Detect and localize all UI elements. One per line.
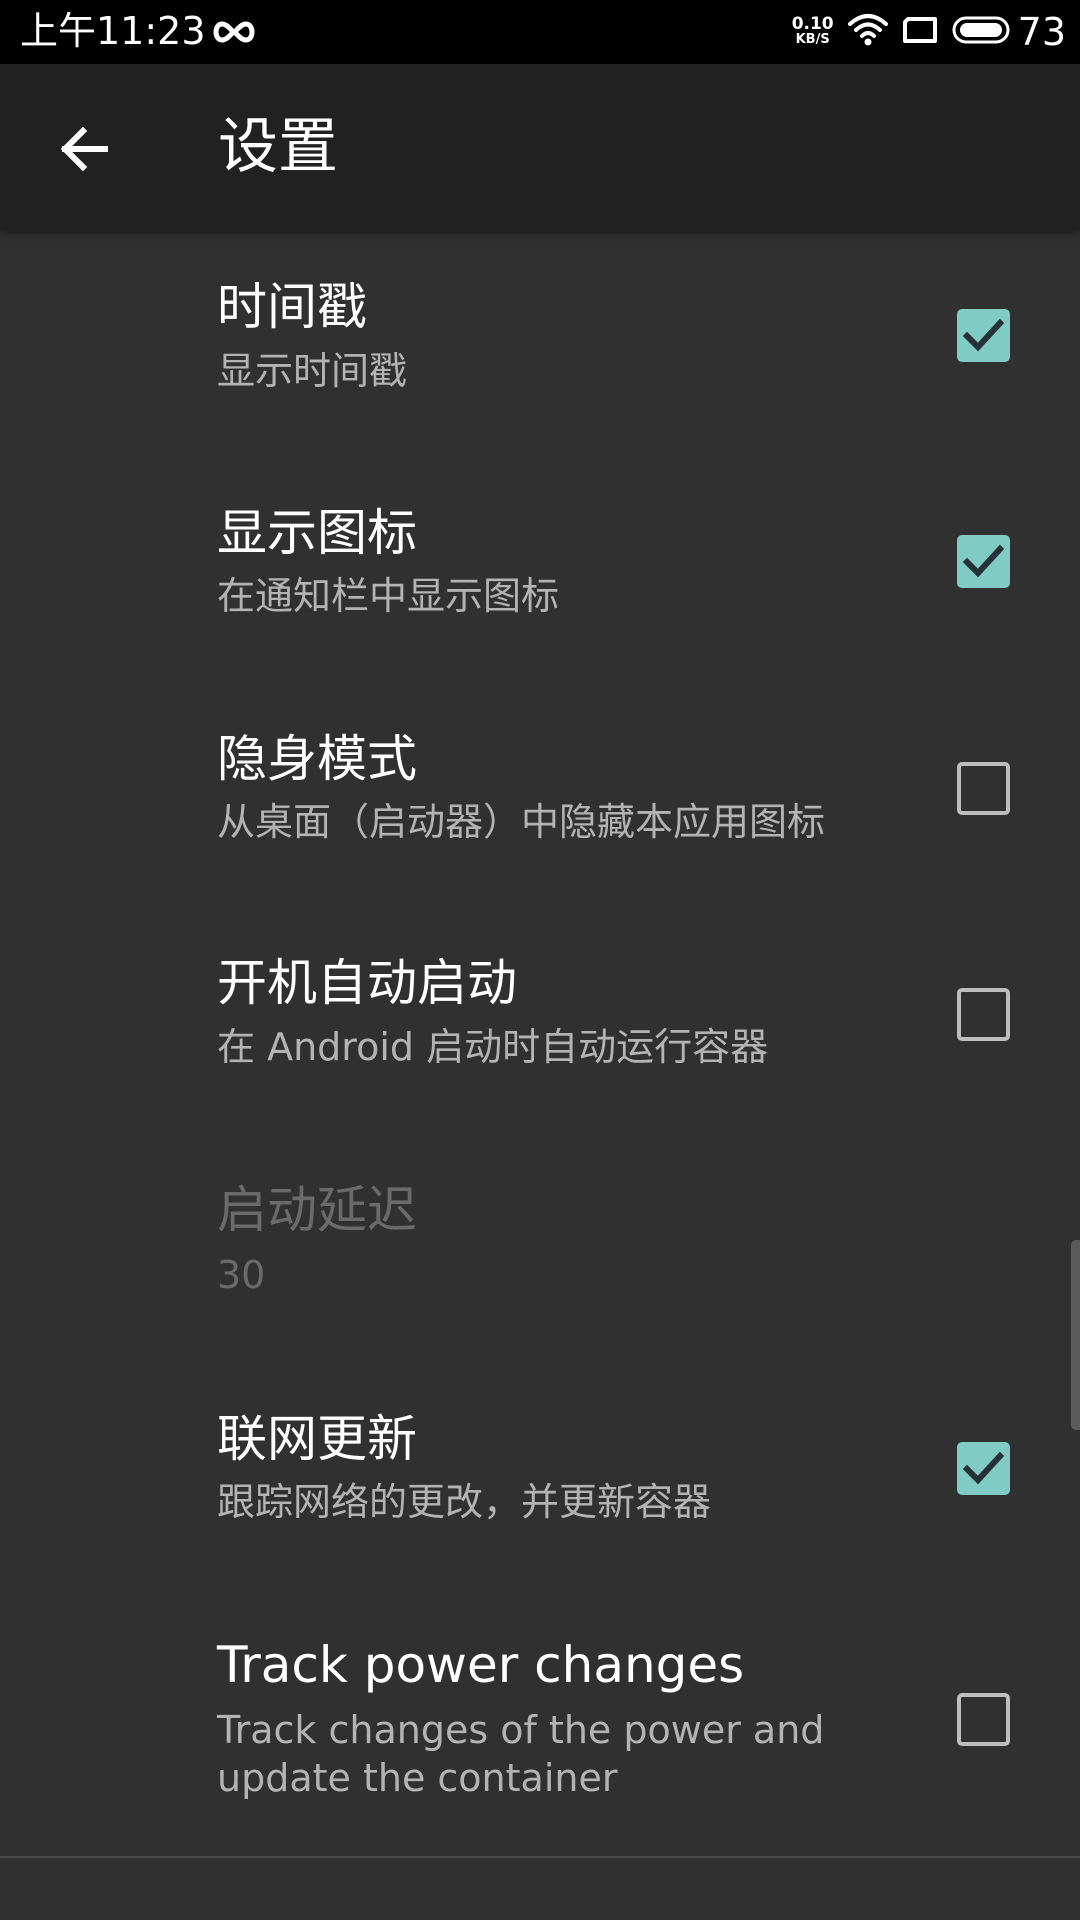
app-bar: 设置 (0, 64, 1080, 230)
arrow-left-icon (60, 126, 108, 172)
scrollbar[interactable] (1071, 1240, 1080, 1430)
setting-title: 显示图标 (217, 504, 417, 562)
timestamp-checkbox[interactable] (957, 309, 1010, 362)
setting-summary-line-2: update the container (217, 1756, 618, 1800)
battery-level: 73 (1017, 10, 1066, 54)
network-speed: 0.10 KB/S (792, 16, 834, 48)
check-icon (962, 318, 1005, 352)
tablet-icon (902, 16, 938, 48)
setting-summary: 30 (217, 1253, 266, 1297)
network-speed-value: 0.10 (791, 14, 834, 34)
setting-summary-line-1: Track changes of the power and (217, 1708, 825, 1752)
page-title: 设置 (218, 112, 338, 182)
battery-icon (952, 15, 1012, 49)
back-button[interactable] (48, 114, 118, 184)
setting-title: Track power changes (217, 1636, 745, 1694)
setting-summary: 在通知栏中显示图标 (217, 574, 560, 618)
check-icon (962, 1451, 1005, 1485)
setting-summary: 跟踪网络的更改，并更新容器 (217, 1480, 712, 1524)
check-icon (962, 544, 1005, 578)
setting-summary: 在 Android 启动时自动运行容器 (217, 1025, 769, 1069)
bottom-divider (0, 1856, 1080, 1858)
setting-summary: 显示时间戳 (217, 349, 408, 393)
stealth-mode-checkbox[interactable] (957, 762, 1010, 815)
infinity-link-icon (210, 14, 258, 50)
setting-item-startup-delay[interactable]: 启动延迟 30 (0, 1132, 1080, 1360)
status-right-group: 0.10 KB/S 73 (792, 8, 1066, 56)
track-power-checkbox[interactable] (957, 1693, 1010, 1746)
status-bar: 上午11:23 0.10 KB/S 73 (0, 0, 1080, 64)
setting-item-stealth-mode[interactable]: 隐身模式 从桌面（启动器）中隐藏本应用图标 (0, 680, 1080, 907)
setting-title: 启动延迟 (217, 1181, 417, 1239)
setting-item-show-icon[interactable]: 显示图标 在通知栏中显示图标 (0, 455, 1080, 680)
setting-title: 开机自动启动 (217, 954, 517, 1012)
setting-summary: 从桌面（启动器）中隐藏本应用图标 (217, 800, 826, 844)
setting-title: 隐身模式 (217, 730, 417, 788)
setting-item-timestamp[interactable]: 时间戳 显示时间戳 (0, 230, 1080, 455)
setting-item-track-power[interactable]: Track power changes Track changes of the… (0, 1585, 1080, 1855)
auto-start-checkbox[interactable] (957, 988, 1010, 1041)
network-update-checkbox[interactable] (957, 1442, 1010, 1495)
setting-title: 时间戳 (217, 278, 367, 336)
setting-title: 联网更新 (217, 1410, 417, 1468)
status-time: 上午11:23 (20, 9, 206, 53)
wifi-icon (847, 13, 888, 51)
network-speed-unit: KB/S (795, 32, 830, 47)
setting-item-network-update[interactable]: 联网更新 跟踪网络的更改，并更新容器 (0, 1360, 1080, 1585)
setting-item-auto-start[interactable]: 开机自动启动 在 Android 启动时自动运行容器 (0, 907, 1080, 1132)
show-icon-checkbox[interactable] (957, 535, 1010, 588)
